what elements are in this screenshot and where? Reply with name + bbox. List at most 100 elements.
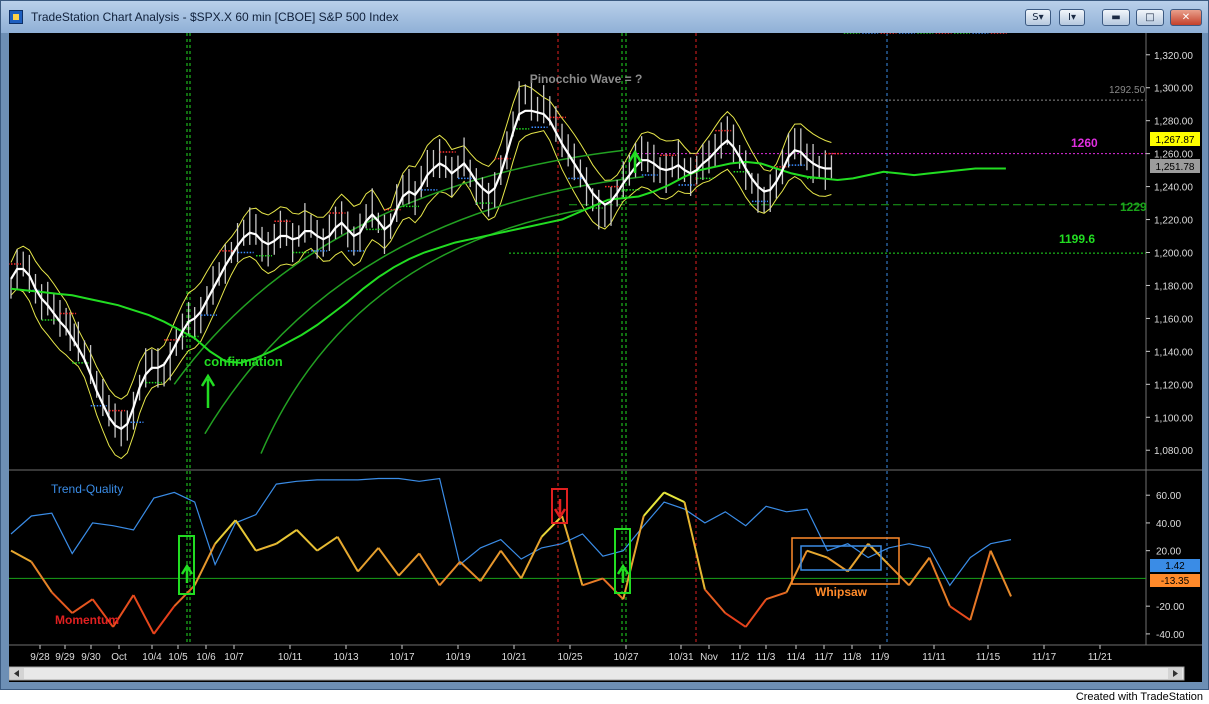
minimize-button[interactable]: ▬ [1102,9,1130,26]
time-tick-label: 11/15 [976,652,1001,663]
level-1260-label: 1260 [1071,136,1098,150]
momentum-segment [214,519,237,545]
momentum-segment [806,549,828,559]
momentum-segment [30,561,53,593]
momentum-segment [704,588,727,614]
tradestation-app-icon [9,10,23,24]
time-tick-label: 11/21 [1088,652,1113,663]
momentum-segment [255,542,277,552]
momentum-segment [316,535,339,552]
price-tick-label: 1,220.00 [1154,216,1193,227]
momentum-segment [969,550,992,621]
time-tick-label: 10/19 [445,652,470,663]
momentum-segment [10,549,32,563]
level-1292-label: 1292.50 [1109,85,1146,96]
indicator-tick-label: 40.00 [1156,519,1181,530]
indicator-tick-label: -40.00 [1156,630,1185,641]
pane-dividers [9,33,1202,646]
chart-window: TradeStation Chart Analysis - $SPX.X 60 … [0,0,1209,690]
momentum-segment [153,605,176,635]
price-pane [5,32,1007,460]
time-tick-label: 10/21 [501,652,526,663]
momentum-segment [683,501,706,590]
short-moving-average-line [10,109,832,431]
indicator-tick-label: 60.00 [1156,491,1181,502]
close-button[interactable]: ✕ [1170,9,1202,26]
time-axis: 9/28 9/29 9/30 Oct 10/4 10/5 10/6 10/7 10/11 10/1… [30,645,1113,663]
momentum-segment [949,605,971,621]
event-vertical-lines [186,33,888,645]
style-dropdown-button[interactable]: S▾ [1025,9,1051,26]
chart-canvas[interactable]: 1,080.00 1,100.00 1,120.00 1,140.00 1,160.00… [5,32,1202,682]
price-tick-label: 1,140.00 [1154,347,1193,358]
pinocchio-wave-label: Pinocchio Wave = ? [530,72,643,86]
price-tick-label: 1,080.00 [1154,446,1193,457]
momentum-segment [989,550,1012,597]
momentum-segment [336,536,359,572]
momentum-label: Momentum [55,613,119,627]
style-dropdown-label: S [1032,12,1039,23]
momentum-segment [867,543,890,566]
time-tick-label: 10/5 [168,652,188,663]
momentum-segment [418,552,441,586]
level-1229-label: 1229 [1120,200,1147,214]
momentum-segment [785,550,808,593]
price-tick-label: 1,240.00 [1154,183,1193,194]
time-tick-label: 10/25 [557,652,582,663]
price-tick-label: 1,320.00 [1154,51,1193,62]
momentum-segment [234,519,257,552]
time-tick-label: 9/30 [81,652,101,663]
momentum-segment [765,591,787,601]
momentum-segment [582,577,604,587]
price-tick-label: 1,260.00 [1154,150,1193,161]
time-tick-label: 11/2 [731,652,750,663]
indicator-dropdown-label: I [1068,12,1071,23]
momentum-segment [724,612,747,628]
momentum-segment [561,515,584,586]
time-tick-label: 10/13 [333,652,358,663]
momentum-segment [193,543,216,586]
whipsaw-label: Whipsaw [815,585,868,599]
momentum-segment [500,550,523,580]
indicator-dropdown-button[interactable]: I▾ [1059,9,1085,26]
time-tick-label: 11/8 [843,652,862,663]
time-tick-label: 10/7 [224,652,244,663]
chart-area[interactable]: 1,080.00 1,100.00 1,120.00 1,140.00 1,160.00… [5,32,1202,682]
time-tick-label: Oct [111,652,127,663]
trend-quality-badge-text: 1.42 [1165,561,1185,572]
window-title: TradeStation Chart Analysis - $SPX.X 60 … [31,10,399,24]
price-tick-label: 1,160.00 [1154,314,1193,325]
time-tick-label: 11/3 [757,652,776,663]
minimize-icon: ▬ [1111,12,1121,23]
time-tick-label: 10/6 [196,652,216,663]
time-tick-label: 10/4 [142,652,162,663]
upper-band-line [10,84,832,400]
long-moving-average-line [10,160,1006,364]
time-tick-label: 10/11 [278,652,303,663]
price-badge-high-text: 1,267.87 [1156,135,1195,146]
momentum-segment [642,491,665,517]
confirmation-label: confirmation [204,354,283,369]
indicator-tick-label: 20.00 [1156,547,1181,558]
arrow-up-icon [200,373,216,408]
momentum-segment [296,529,318,552]
momentum-segment [602,577,624,600]
time-tick-label: 11/4 [787,652,806,663]
level-1199-label: 1199.6 [1059,232,1095,246]
horizontal-scrollbar[interactable] [8,666,1185,681]
momentum-segment [928,557,951,607]
momentum-segment [132,594,155,635]
price-axis: 1,080.00 1,100.00 1,120.00 1,140.00 1,160.00… [1146,51,1193,457]
momentum-segment [663,491,685,504]
arc-curve-inner [260,208,583,454]
price-tick-label: 1,280.00 [1154,117,1193,128]
momentum-segment [398,552,420,577]
maximize-button[interactable]: □ [1136,9,1164,26]
time-tick-label: 11/11 [922,652,946,663]
time-tick-label: 10/27 [613,652,638,663]
trend-quality-label: Trend-Quality [51,482,123,496]
time-tick-label: 11/9 [871,652,890,663]
momentum-segment [275,529,298,545]
price-tick-label: 1,100.00 [1154,413,1193,424]
time-tick-label: 9/29 [55,652,75,663]
